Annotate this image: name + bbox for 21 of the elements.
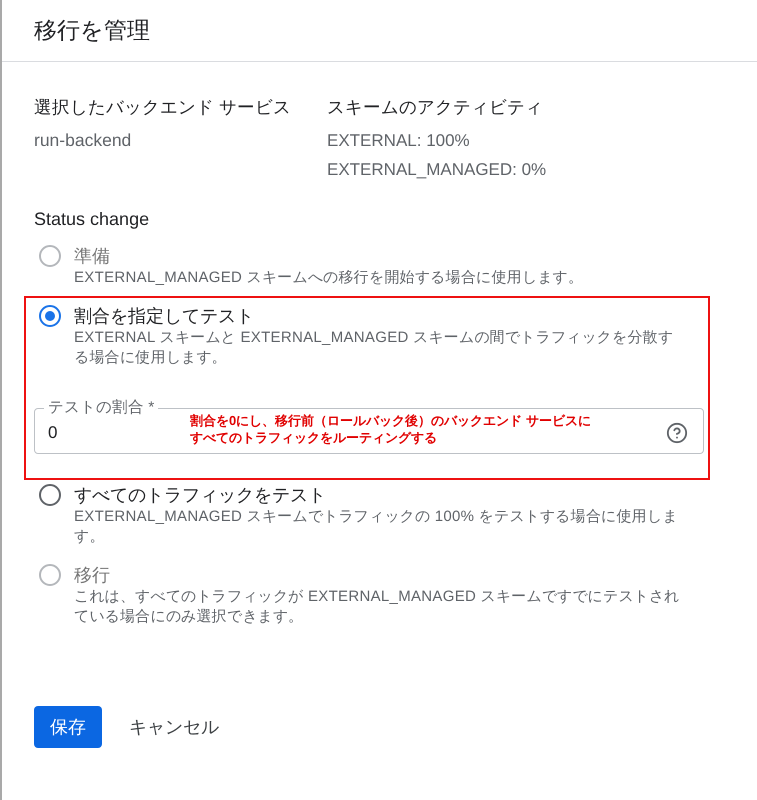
option-description: EXTERNAL スキームと EXTERNAL_MANAGED スキームの間でトラフィックを分散する場合に使用します。	[74, 328, 674, 368]
option-label[interactable]: すべてのトラフィックをテスト	[74, 483, 686, 507]
field-value: 0	[48, 422, 58, 444]
summary-value: EXTERNAL: 100%	[327, 130, 471, 152]
option-description: これは、すべてのトラフィックが EXTERNAL_MANAGED スキームですでにテストされている場合にのみ選択できます。	[74, 587, 681, 627]
field-label: テストの割合 *	[47, 398, 156, 418]
cancel-button[interactable]: キャンセル	[114, 706, 234, 748]
summary-value: EXTERNAL_MANAGED: 0%	[327, 159, 546, 181]
option-description: EXTERNAL_MANAGED スキームでトラフィックの 100% をテストする場合に使用します。	[74, 507, 679, 547]
section-heading: Status change	[34, 208, 150, 231]
option-description: EXTERNAL_MANAGED スキームへの移行を開始する場合に使用します。	[74, 268, 584, 288]
summary-heading: スキームのアクティビティ	[327, 96, 544, 119]
save-button[interactable]: 保存	[34, 706, 102, 748]
radio-selected-icon[interactable]	[39, 305, 61, 327]
summary-heading: 選択したバックエンド サービス	[34, 96, 292, 119]
summary-value: run-backend	[34, 129, 132, 152]
radio-icon[interactable]	[39, 484, 61, 506]
annotation-note: 割合を0にし、移行前（ロールバック後）のバックエンド サービスにすべてのトラフィックをルーティングする	[190, 412, 592, 446]
help-icon[interactable]	[666, 422, 688, 444]
option-label[interactable]: 割合を指定してテスト	[74, 304, 686, 328]
dialog-title: 移行を管理	[34, 16, 150, 46]
